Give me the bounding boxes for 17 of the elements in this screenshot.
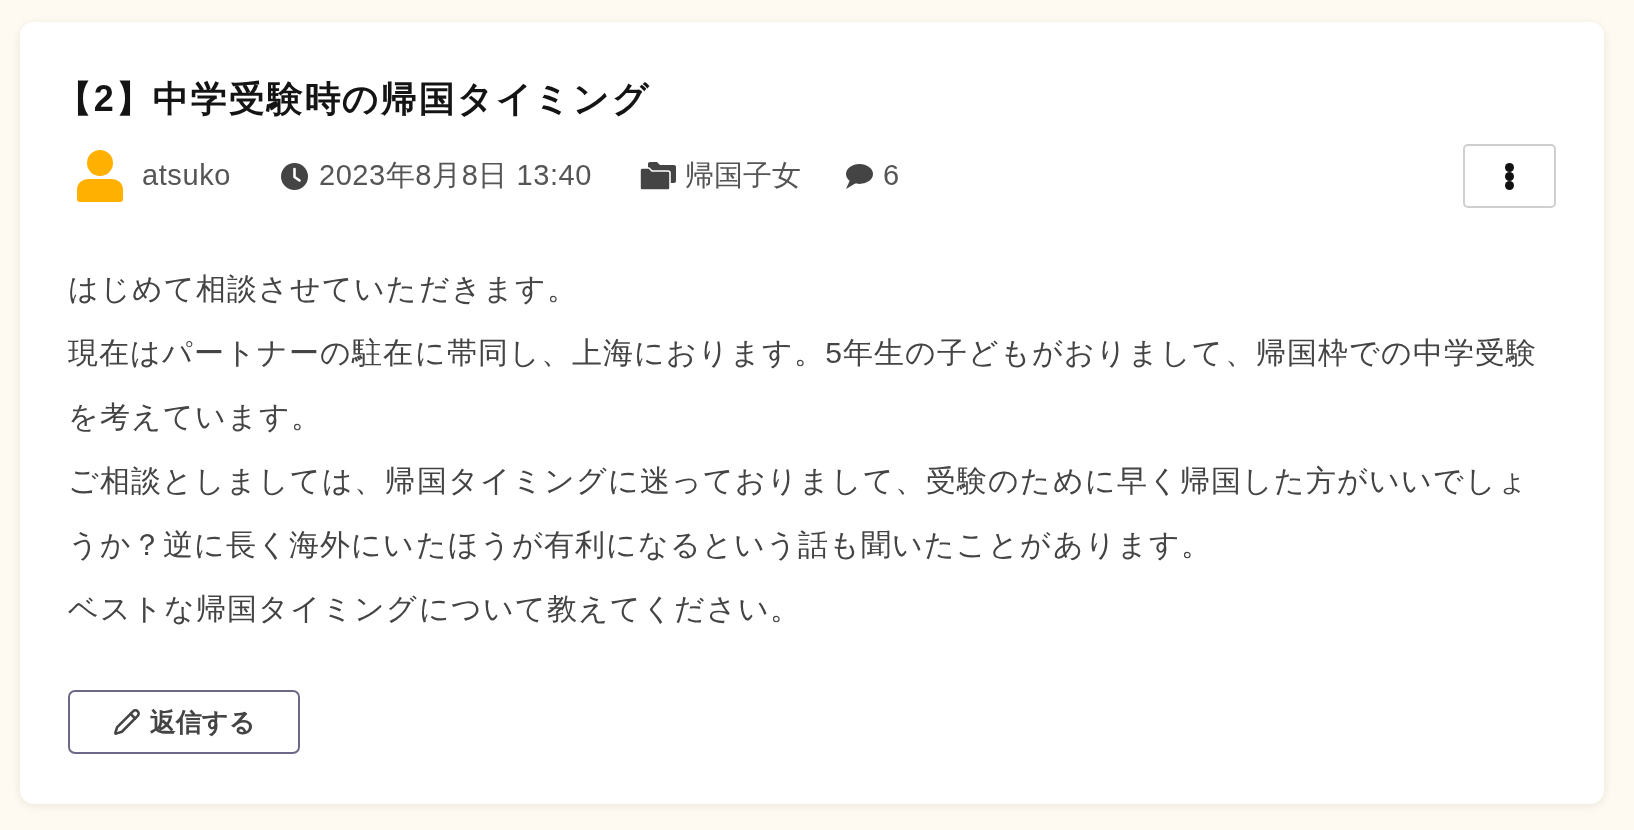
reply-button[interactable]: 返信する: [68, 690, 300, 754]
body-paragraph: はじめて相談させていただきます。: [68, 271, 579, 307]
more-options-button[interactable]: [1463, 144, 1556, 208]
clock-icon: [280, 162, 308, 190]
category-label[interactable]: 帰国子女: [685, 154, 802, 198]
more-icon: [1505, 162, 1514, 190]
author-name[interactable]: atsuko: [142, 154, 231, 198]
post-date: 2023年8月8日 13:40: [318, 158, 593, 194]
pencil-icon: [112, 708, 141, 736]
user-icon: [77, 150, 123, 202]
post-title: 【2】中学受験時の帰国タイミング: [56, 77, 652, 121]
body-paragraph: 現在はパートナーの駐在に帯同し、上海におります。5年生の子どもがおりまして、帰国枠での中学受験を考えています。: [68, 335, 1539, 435]
body-paragraph: ご相談としましては、帰国タイミングに迷っておりまして、受験のために早く帰国した方がいいでしょうか？逆に長く海外にいたほうが有利になるという話も聞いたことがあります。: [68, 463, 1531, 563]
body-paragraph: ベストな帰国タイミングについて教えてください。: [68, 591, 803, 627]
speech-bubble-icon: [845, 163, 874, 189]
comment-count: 6: [883, 158, 900, 194]
folders-icon: [640, 162, 677, 190]
